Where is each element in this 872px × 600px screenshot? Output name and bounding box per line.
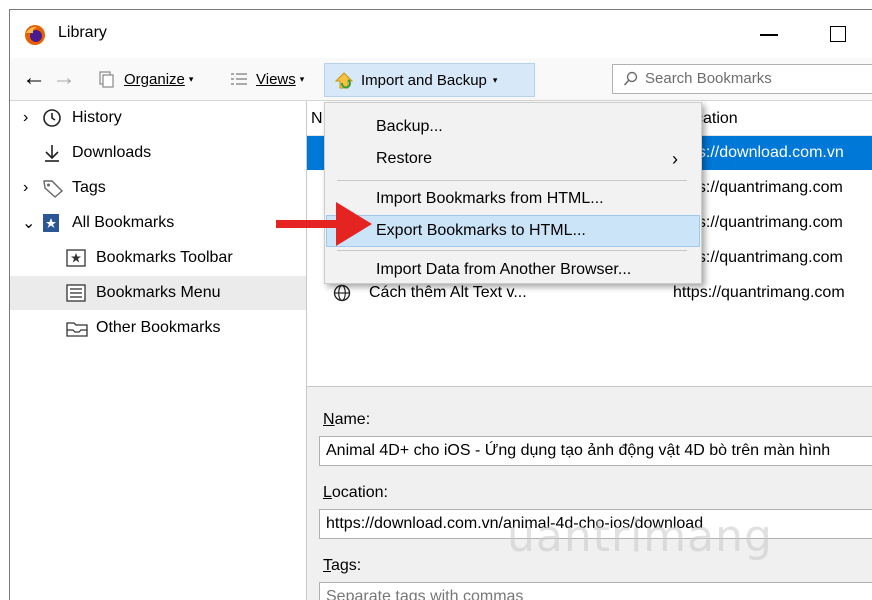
location-cell: ps://quantrimang.com bbox=[689, 179, 843, 196]
location-cell: ps://quantrimang.com bbox=[689, 249, 843, 266]
menu-item-export-html[interactable]: Export Bookmarks to HTML... bbox=[326, 215, 700, 247]
import-backup-label: Import and Backup bbox=[361, 71, 487, 89]
sidebar-item-label: Downloads bbox=[72, 144, 152, 161]
import-backup-icon bbox=[334, 72, 354, 89]
menu-separator bbox=[337, 180, 687, 181]
views-label: Views bbox=[256, 70, 296, 88]
search-icon bbox=[623, 71, 638, 86]
views-list-icon bbox=[231, 73, 247, 85]
download-icon bbox=[45, 145, 59, 162]
globe-icon bbox=[333, 284, 351, 302]
title-bar: Library bbox=[10, 10, 872, 58]
clock-icon bbox=[43, 109, 61, 127]
expand-chevron-icon[interactable]: › bbox=[23, 109, 28, 127]
toolbar-star-icon bbox=[66, 249, 86, 267]
menu-item-label: Import Data from Another Browser... bbox=[376, 261, 632, 278]
firefox-icon bbox=[25, 25, 45, 45]
sidebar-item-bookmarks-toolbar[interactable]: Bookmarks Toolbar bbox=[10, 241, 306, 275]
toolbar: ← → Organize ▾ Views ▾ Import and Backup… bbox=[10, 58, 872, 101]
sidebar-item-label: Bookmarks Menu bbox=[96, 284, 221, 301]
folder-icon bbox=[66, 322, 88, 337]
menu-item-label: Export Bookmarks to HTML... bbox=[376, 222, 586, 239]
location-cell: ps://download.com.vn bbox=[689, 144, 844, 161]
dropdown-caret-icon: ▾ bbox=[299, 73, 305, 84]
library-window: Library ← → Organize ▾ Views ▾ Import an… bbox=[9, 9, 872, 600]
location-label: Location: bbox=[323, 484, 388, 501]
minimize-button[interactable] bbox=[748, 18, 788, 50]
organize-button[interactable]: Organize ▾ bbox=[98, 68, 193, 90]
sidebar-item-tags[interactable]: › Tags bbox=[10, 171, 306, 205]
sidebar-item-history[interactable]: › History bbox=[10, 101, 306, 135]
collapse-chevron-icon[interactable]: ⌄ bbox=[22, 213, 35, 233]
import-backup-button[interactable]: Import and Backup ▾ bbox=[324, 63, 535, 97]
menu-item-restore[interactable]: Restore › bbox=[326, 143, 700, 175]
forward-arrow-icon[interactable]: → bbox=[52, 66, 76, 90]
tags-label: Tags: bbox=[323, 557, 362, 574]
maximize-button[interactable] bbox=[818, 18, 858, 50]
menu-item-label: Restore bbox=[376, 150, 433, 167]
menu-item-import-browser[interactable]: Import Data from Another Browser... bbox=[326, 254, 700, 286]
sidebar-item-label: History bbox=[72, 109, 122, 126]
sidebar-item-other-bookmarks[interactable]: Other Bookmarks bbox=[10, 311, 306, 345]
sidebar-item-label: All Bookmarks bbox=[72, 214, 175, 231]
bookmarks-star-icon bbox=[43, 214, 59, 232]
sidebar-item-label: Other Bookmarks bbox=[96, 319, 221, 336]
watermark-text: uantrimang bbox=[507, 511, 773, 562]
back-arrow-icon[interactable]: ← bbox=[22, 66, 46, 90]
sidebar-item-label: Bookmarks Toolbar bbox=[96, 249, 233, 266]
import-backup-menu: Backup... Restore › Import Bookmarks fro… bbox=[324, 102, 702, 284]
menu-separator bbox=[337, 250, 687, 251]
dropdown-caret-icon: ▾ bbox=[492, 74, 498, 85]
organize-label: Organize bbox=[124, 70, 185, 88]
menu-list-icon bbox=[66, 284, 86, 302]
name-column-header[interactable]: N bbox=[311, 110, 323, 128]
sidebar-item-bookmarks-menu[interactable]: Bookmarks Menu bbox=[10, 276, 306, 310]
submenu-chevron-icon: › bbox=[672, 148, 678, 169]
tag-icon bbox=[43, 180, 64, 198]
name-cell: Cách thêm Alt Text v... bbox=[369, 284, 527, 301]
menu-item-label: Backup... bbox=[376, 118, 443, 135]
expand-chevron-icon[interactable]: › bbox=[23, 179, 28, 197]
sidebar: › History Downloads › Tags ⌄ All Bookmar… bbox=[10, 101, 307, 600]
name-field[interactable]: Animal 4D+ cho iOS - Ứng dụng tạo ảnh độ… bbox=[319, 436, 872, 466]
dropdown-caret-icon: ▾ bbox=[188, 73, 194, 84]
menu-item-backup[interactable]: Backup... bbox=[326, 111, 700, 143]
sidebar-item-downloads[interactable]: Downloads bbox=[10, 136, 306, 170]
menu-item-import-html[interactable]: Import Bookmarks from HTML... bbox=[326, 183, 700, 215]
details-pane: Name: Animal 4D+ cho iOS - Ứng dụng tạo … bbox=[307, 386, 872, 600]
organize-icon bbox=[99, 71, 114, 88]
search-input[interactable]: Search Bookmarks bbox=[612, 64, 872, 94]
search-placeholder: Search Bookmarks bbox=[645, 70, 772, 87]
sidebar-item-label: Tags bbox=[72, 179, 106, 196]
tags-field[interactable]: Separate tags with commas bbox=[319, 582, 872, 600]
menu-item-label: Import Bookmarks from HTML... bbox=[376, 190, 604, 207]
location-cell: ps://quantrimang.com bbox=[689, 214, 843, 231]
location-cell: https://quantrimang.com bbox=[673, 284, 845, 301]
window-title: Library bbox=[58, 24, 107, 41]
red-arrow-annotation bbox=[276, 202, 372, 246]
views-button[interactable]: Views ▾ bbox=[230, 68, 304, 90]
name-label: Name: bbox=[323, 411, 371, 428]
sidebar-item-all-bookmarks[interactable]: ⌄ All Bookmarks bbox=[10, 206, 306, 240]
tags-placeholder: Separate tags with commas bbox=[326, 588, 524, 600]
